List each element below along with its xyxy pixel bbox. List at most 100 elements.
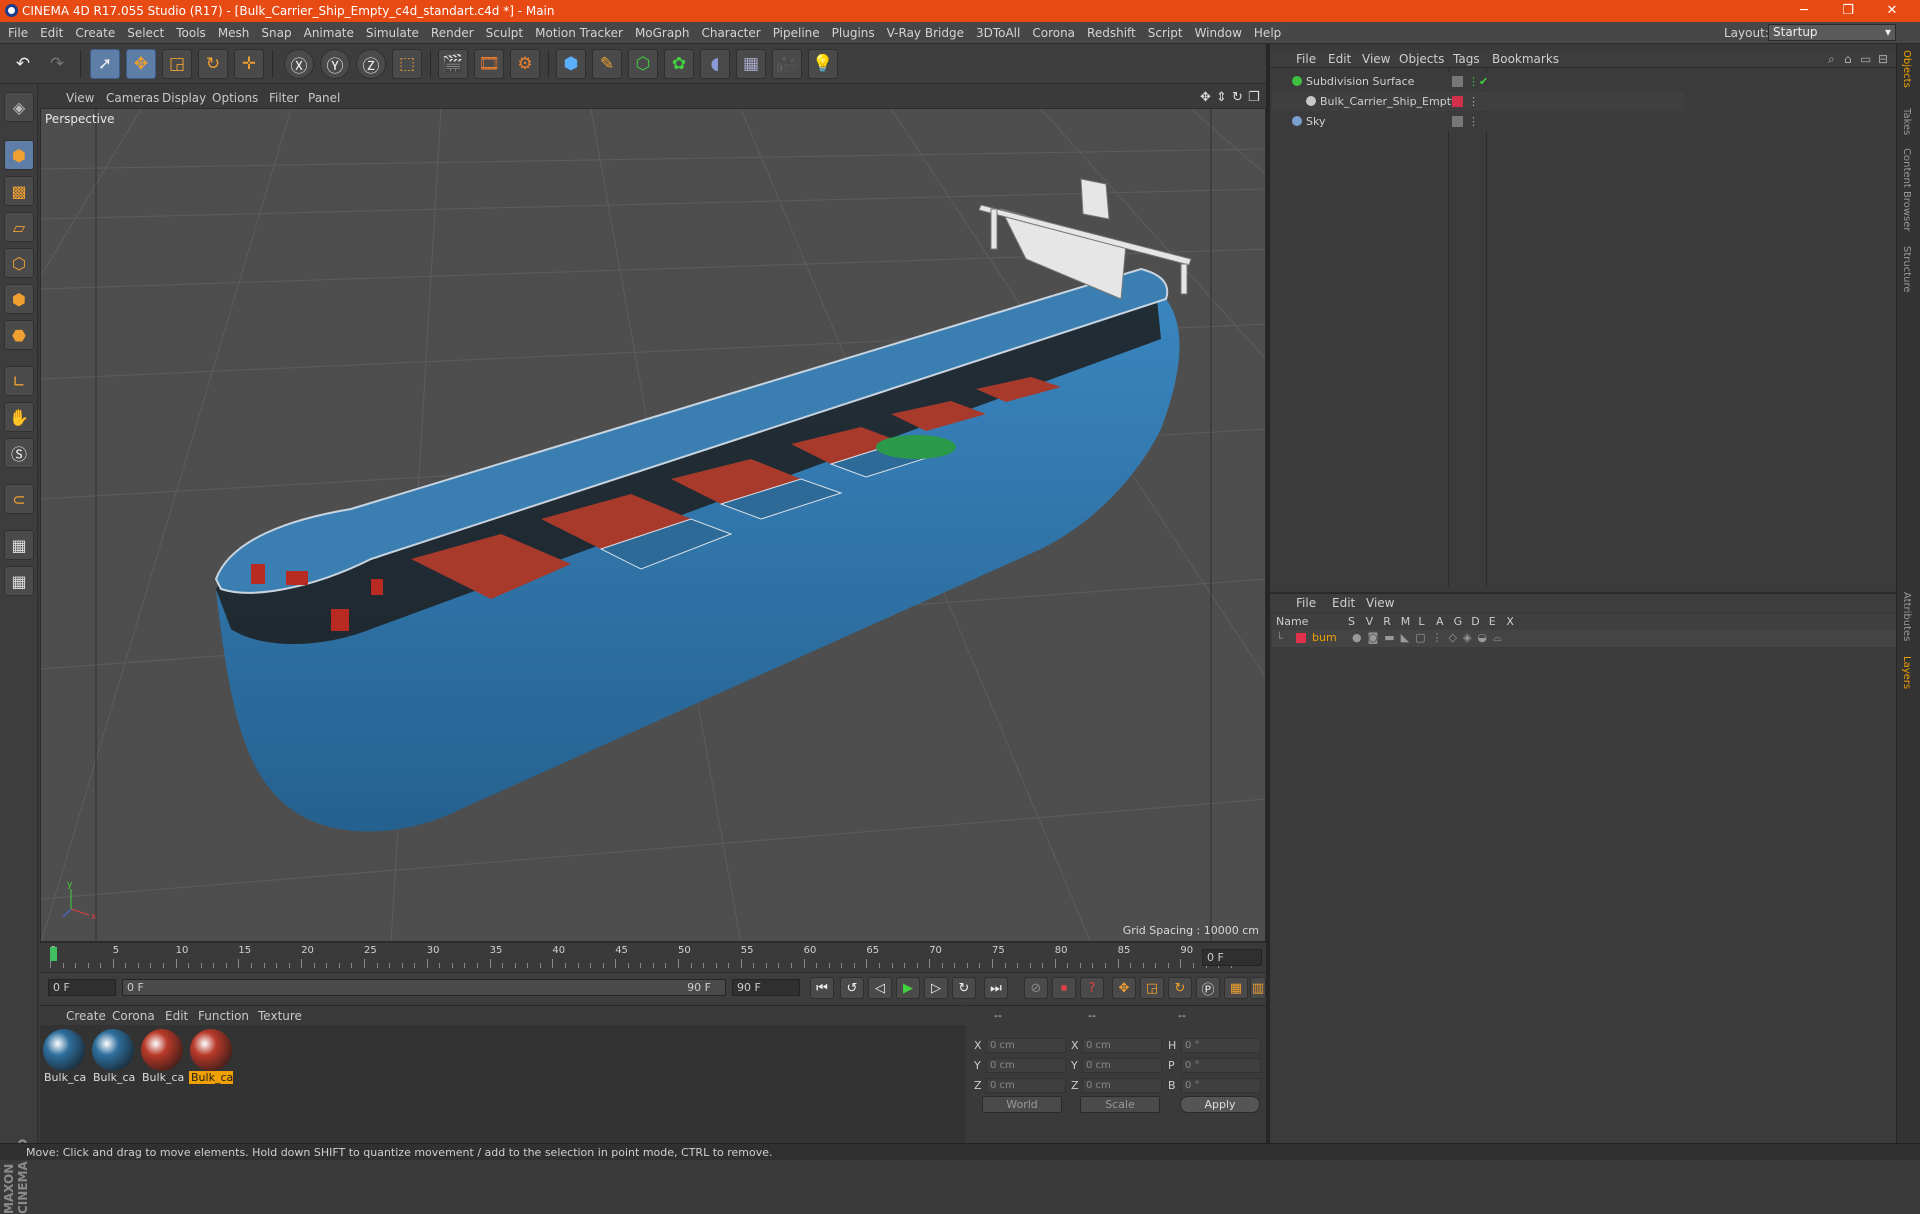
magnet-icon[interactable]: ⊂ — [4, 484, 34, 514]
record-active-objects-icon[interactable]: ⏺ — [1052, 977, 1076, 999]
collapse-icon[interactable]: ⊟ — [1878, 52, 1888, 66]
axis-mode-icon[interactable]: ∟ — [4, 366, 34, 396]
floor-icon[interactable]: ▦ — [736, 49, 766, 79]
home-icon[interactable]: ⌂ — [1844, 52, 1852, 66]
layer-column-l[interactable]: L — [1418, 615, 1424, 628]
previous-key-icon[interactable]: ↺ — [840, 977, 864, 999]
workplane-lock-icon[interactable]: ▦ — [4, 530, 34, 560]
object-visibility-toggle[interactable]: ⋮ — [1468, 92, 1479, 111]
layer-menu-file[interactable]: File — [1296, 596, 1316, 610]
pan-view-icon[interactable]: ✥ — [1200, 90, 1211, 105]
object-visibility-toggle[interactable]: ⋮ — [1468, 112, 1479, 131]
z-axis-lock-icon[interactable]: Ⓩ — [356, 49, 386, 79]
start-frame-field[interactable]: 0 F — [48, 979, 116, 996]
layer-column-name[interactable]: Name — [1276, 615, 1308, 628]
rotate-view-icon[interactable]: ↻ — [1232, 90, 1243, 105]
menu-file[interactable]: File — [2, 22, 34, 44]
material-thumbnail[interactable]: Bulk_car — [189, 1029, 233, 1089]
coord-value-field[interactable]: 0 cm — [986, 1078, 1066, 1093]
coord-value-field[interactable]: 0 ° — [1181, 1058, 1261, 1073]
material-thumbnail[interactable]: Bulk_car — [140, 1029, 184, 1089]
menu-motion-tracker[interactable]: Motion Tracker — [529, 22, 629, 44]
layer-column-a[interactable]: A — [1436, 615, 1444, 628]
workplane-mode-icon[interactable]: ▱ — [4, 212, 34, 242]
layer-row[interactable]: └ bum ●◙▬◣▢⋮◇◈◒⌓ — [1272, 630, 1896, 647]
material-menu-corona[interactable]: Corona — [112, 1009, 155, 1023]
live-selection-icon[interactable]: ➚ — [90, 49, 120, 79]
previous-frame-icon[interactable]: ◁ — [868, 977, 892, 999]
frame-range-slider[interactable]: 0 F 90 F — [122, 979, 726, 996]
key-point-level-icon[interactable]: ▦ — [1224, 977, 1248, 999]
camera-icon[interactable]: 🎥 — [772, 49, 802, 79]
coord-value-field[interactable]: 0 ° — [1181, 1038, 1261, 1053]
object-visibility-toggle[interactable]: ⋮✔ — [1468, 72, 1488, 91]
tab-objects[interactable]: Objects — [1901, 50, 1912, 88]
object-row[interactable]: Bulk_Carrier_Ship_Empty ⋮ — [1272, 92, 1684, 111]
menu-select[interactable]: Select — [121, 22, 170, 44]
3d-viewport[interactable]: y x Perspective Grid Spacing : 10000 cm — [40, 108, 1266, 942]
object-layer-tag[interactable] — [1452, 96, 1463, 107]
layer-column-g[interactable]: G — [1454, 615, 1463, 628]
tab-takes[interactable]: Takes — [1901, 108, 1912, 135]
object-layer-tag[interactable] — [1452, 116, 1463, 127]
viewport-menu-panel[interactable]: Panel — [308, 91, 340, 105]
layer-column-m[interactable]: M — [1401, 615, 1411, 628]
layout-select[interactable]: Startup — [1768, 24, 1896, 41]
material-menu-edit[interactable]: Edit — [165, 1009, 188, 1023]
menu-v-ray-bridge[interactable]: V-Ray Bridge — [881, 22, 970, 44]
key-rotation-icon[interactable]: ↻ — [1168, 977, 1192, 999]
menu-redshift[interactable]: Redshift — [1081, 22, 1142, 44]
object-menu-file[interactable]: File — [1296, 52, 1316, 66]
coord-value-field[interactable]: 0 cm — [986, 1038, 1066, 1053]
material-menu-texture[interactable]: Texture — [258, 1009, 302, 1023]
playhead-marker[interactable] — [50, 947, 57, 961]
layer-column-d[interactable]: D — [1471, 615, 1479, 628]
current-frame-field[interactable]: 0 F — [1202, 949, 1262, 966]
make-editable-icon[interactable]: ◈ — [4, 92, 34, 122]
coord-value-field[interactable]: 0 cm — [1082, 1038, 1162, 1053]
scale-tool-icon[interactable]: ◲ — [162, 49, 192, 79]
menu-mesh[interactable]: Mesh — [212, 22, 256, 44]
redo-icon[interactable]: ↷ — [42, 49, 72, 79]
minimize-button[interactable]: ─ — [1782, 2, 1826, 20]
recent-tool-icon[interactable]: ✛ — [234, 49, 264, 79]
next-key-icon[interactable]: ↻ — [952, 977, 976, 999]
y-axis-lock-icon[interactable]: Ⓨ — [320, 49, 350, 79]
coordinate-space-select[interactable]: World — [982, 1096, 1062, 1113]
object-name[interactable]: Subdivision Surface — [1306, 72, 1414, 91]
viewport-menu-filter[interactable]: Filter — [269, 91, 299, 105]
material-thumbnail[interactable]: Bulk_car — [91, 1029, 135, 1089]
edges-mode-icon[interactable]: ⬢ — [4, 284, 34, 314]
timeline-window-icon[interactable]: ▥ — [1250, 977, 1266, 999]
menu-animate[interactable]: Animate — [298, 22, 360, 44]
tab-structure[interactable]: Structure — [1901, 246, 1912, 293]
menu-script[interactable]: Script — [1142, 22, 1189, 44]
restore-button[interactable]: ❐ — [1826, 2, 1870, 20]
layer-toggle-icons[interactable]: ●◙▬◣▢⋮◇◈◒⌓ — [1352, 631, 1508, 645]
maximize-view-icon[interactable]: ❐ — [1248, 90, 1260, 105]
grid-icon[interactable]: ▦ — [4, 566, 34, 596]
object-menu-edit[interactable]: Edit — [1328, 52, 1351, 66]
apply-button[interactable]: Apply — [1180, 1096, 1260, 1113]
material-menu-create[interactable]: Create — [66, 1009, 106, 1023]
menu-tools[interactable]: Tools — [170, 22, 212, 44]
cube-object-icon[interactable]: ⬢ — [556, 49, 586, 79]
cloner-icon[interactable]: ✿ — [664, 49, 694, 79]
menu-corona[interactable]: Corona — [1026, 22, 1081, 44]
layer-menu-edit[interactable]: Edit — [1332, 596, 1355, 610]
object-menu-tags[interactable]: Tags — [1453, 52, 1480, 66]
menu-3dtoall[interactable]: 3DToAll — [970, 22, 1026, 44]
polygons-mode-icon[interactable]: ⬣ — [4, 320, 34, 350]
tab-layers[interactable]: Layers — [1901, 656, 1912, 689]
layer-column-e[interactable]: E — [1489, 615, 1496, 628]
go-to-end-icon[interactable]: ⏭ — [984, 977, 1008, 999]
layer-color-swatch[interactable] — [1296, 633, 1306, 643]
viewport-menu-display[interactable]: Display — [162, 91, 206, 105]
menu-mograph[interactable]: MoGraph — [629, 22, 696, 44]
key-scale-icon[interactable]: ◲ — [1140, 977, 1164, 999]
viewport-menu-cameras[interactable]: Cameras — [106, 91, 159, 105]
layer-column-v[interactable]: V — [1366, 615, 1374, 628]
menu-snap[interactable]: Snap — [255, 22, 297, 44]
menu-window[interactable]: Window — [1189, 22, 1248, 44]
coord-value-field[interactable]: 0 cm — [986, 1058, 1066, 1073]
